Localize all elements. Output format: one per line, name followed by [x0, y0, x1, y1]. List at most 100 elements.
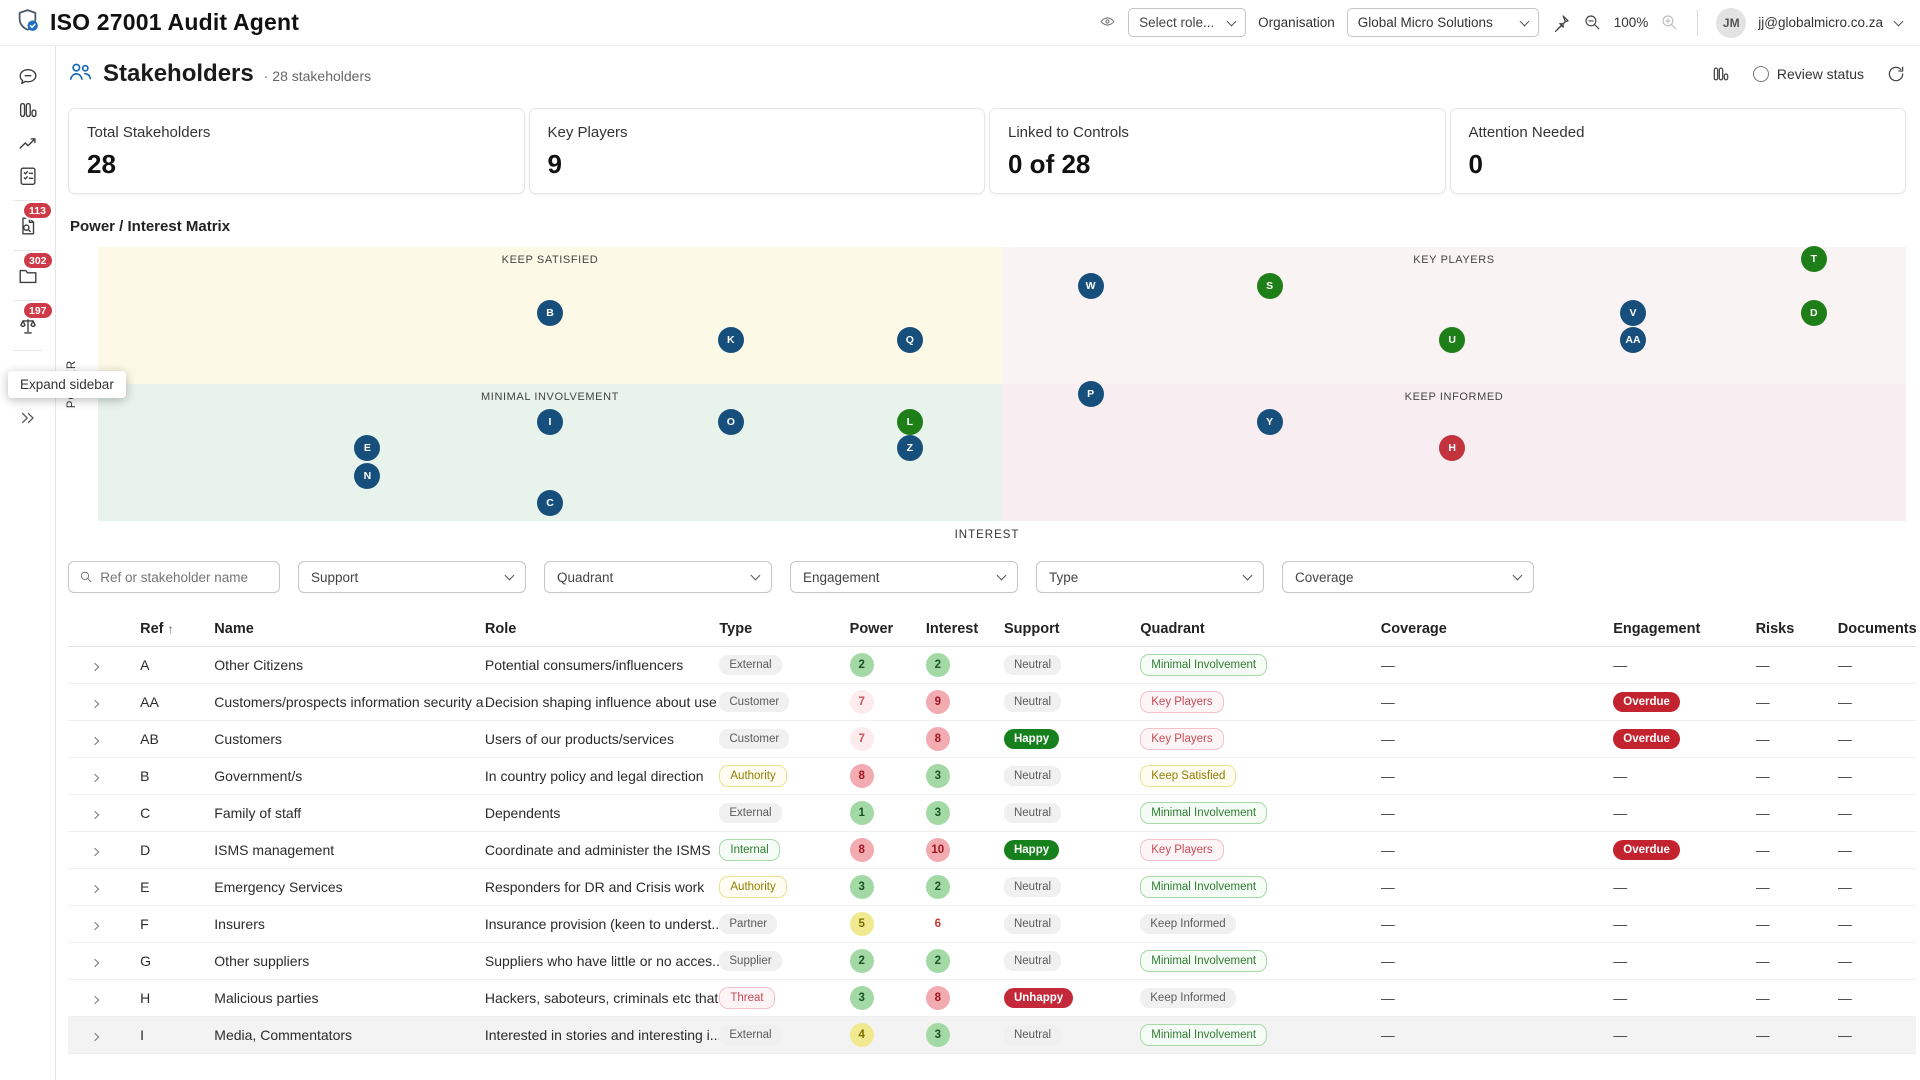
- sidebar-item-checklist[interactable]: [0, 159, 56, 192]
- organisation-select[interactable]: Global Micro Solutions: [1347, 8, 1539, 37]
- column-header-role[interactable]: Role: [485, 613, 720, 647]
- table-row[interactable]: A Other Citizens Potential consumers/inf…: [68, 647, 1916, 684]
- filter-coverage[interactable]: Coverage: [1282, 561, 1534, 593]
- badge: Minimal Involvement: [1140, 802, 1267, 824]
- cell-support: Unhappy: [1004, 980, 1140, 1017]
- table-row[interactable]: D ISMS management Coordinate and adminis…: [68, 832, 1916, 869]
- matrix-point-S[interactable]: S: [1257, 273, 1283, 299]
- chevron-down-icon[interactable]: [1894, 16, 1904, 26]
- matrix-point-P[interactable]: P: [1078, 381, 1104, 407]
- cell-documents: —: [1838, 758, 1916, 795]
- table-row[interactable]: E Emergency Services Responders for DR a…: [68, 869, 1916, 906]
- cell-power: 3: [850, 869, 926, 906]
- expand-row-icon[interactable]: [91, 885, 99, 893]
- table-row[interactable]: AB Customers Users of our products/servi…: [68, 721, 1916, 758]
- review-status-toggle[interactable]: Review status: [1753, 66, 1864, 82]
- cell-name: Customers/prospects information security…: [214, 684, 485, 721]
- refresh-button[interactable]: [1886, 64, 1906, 84]
- stat-card: Attention Needed 0: [1450, 108, 1907, 194]
- column-header-support[interactable]: Support: [1004, 613, 1140, 647]
- cell-coverage: —: [1381, 647, 1614, 684]
- sidebar-item-bar-chart[interactable]: [0, 93, 56, 126]
- search-input[interactable]: [100, 570, 269, 585]
- matrix-point-AA[interactable]: AA: [1620, 327, 1646, 353]
- radio-icon[interactable]: [1753, 66, 1769, 82]
- matrix-point-I[interactable]: I: [537, 409, 563, 435]
- cell-engagement: Overdue: [1613, 832, 1755, 869]
- cell-support: Neutral: [1004, 943, 1140, 980]
- user-email[interactable]: jj@globalmicro.co.za: [1758, 15, 1883, 30]
- table-row[interactable]: I Media, Commentators Interested in stor…: [68, 1017, 1916, 1054]
- stat-card: Key Players 9: [529, 108, 986, 194]
- matrix-point-O[interactable]: O: [718, 409, 744, 435]
- refresh-icon: [1886, 64, 1906, 84]
- badge: Neutral: [1004, 1025, 1061, 1045]
- table-row[interactable]: B Government/s In country policy and leg…: [68, 758, 1916, 795]
- table-row[interactable]: H Malicious parties Hackers, saboteurs, …: [68, 980, 1916, 1017]
- column-header-coverage[interactable]: Coverage: [1381, 613, 1614, 647]
- matrix-point-W[interactable]: W: [1078, 273, 1104, 299]
- sidebar-item-scale[interactable]: 197: [0, 309, 56, 342]
- matrix-point-H[interactable]: H: [1439, 435, 1465, 461]
- avatar[interactable]: JM: [1716, 8, 1746, 38]
- sidebar-item-folder[interactable]: 302: [0, 259, 56, 292]
- matrix-point-C[interactable]: C: [537, 490, 563, 516]
- matrix-point-U[interactable]: U: [1439, 327, 1465, 353]
- cell-risks: —: [1756, 647, 1838, 684]
- matrix-point-V[interactable]: V: [1620, 300, 1646, 326]
- matrix-point-Q[interactable]: Q: [897, 327, 923, 353]
- score-badge: 8: [926, 986, 950, 1010]
- cell-engagement: —: [1613, 943, 1755, 980]
- expand-row-icon[interactable]: [91, 811, 99, 819]
- expand-row-icon[interactable]: [91, 774, 99, 782]
- column-header-name[interactable]: Name: [214, 613, 485, 647]
- expand-row-icon[interactable]: [91, 737, 99, 745]
- expand-row-icon[interactable]: [91, 848, 99, 856]
- filter-support[interactable]: Support: [298, 561, 526, 593]
- column-header-documents[interactable]: Documents: [1838, 613, 1916, 647]
- column-header-engagement[interactable]: Engagement: [1613, 613, 1755, 647]
- column-header-type[interactable]: Type: [719, 613, 849, 647]
- column-chart-button[interactable]: [1711, 64, 1731, 84]
- chevron-down-icon: [1243, 571, 1253, 581]
- pin-button[interactable]: [1551, 13, 1571, 33]
- column-header-quadrant[interactable]: Quadrant: [1140, 613, 1381, 647]
- table-row[interactable]: F Insurers Insurance provision (keen to …: [68, 906, 1916, 943]
- column-header-power[interactable]: Power: [850, 613, 926, 647]
- matrix-point-D[interactable]: D: [1801, 300, 1827, 326]
- expand-row-icon[interactable]: [91, 1033, 99, 1041]
- cell-ref: I: [140, 1017, 214, 1054]
- matrix-point-T[interactable]: T: [1801, 246, 1827, 272]
- matrix-point-N[interactable]: N: [354, 463, 380, 489]
- sidebar-item-chat[interactable]: [0, 60, 56, 93]
- expand-sidebar-button[interactable]: [0, 401, 56, 434]
- zoom-out-button[interactable]: [1583, 13, 1602, 32]
- expand-row-icon[interactable]: [91, 996, 99, 1004]
- stat-label: Attention Needed: [1469, 124, 1888, 141]
- column-header-interest[interactable]: Interest: [926, 613, 1004, 647]
- expand-row-icon[interactable]: [91, 922, 99, 930]
- matrix-point-K[interactable]: K: [718, 327, 744, 353]
- matrix-point-B[interactable]: B: [537, 300, 563, 326]
- matrix-point-Y[interactable]: Y: [1257, 409, 1283, 435]
- column-header-risks[interactable]: Risks: [1756, 613, 1838, 647]
- table-row[interactable]: AA Customers/prospects information secur…: [68, 684, 1916, 721]
- column-header-ref[interactable]: Ref↑: [140, 613, 214, 647]
- sidebar-item-document-search[interactable]: 113: [0, 209, 56, 242]
- stakeholder-search[interactable]: [68, 561, 280, 593]
- table-row[interactable]: C Family of staff Dependents External 1 …: [68, 795, 1916, 832]
- filter-quadrant[interactable]: Quadrant: [544, 561, 772, 593]
- expand-row-icon[interactable]: [91, 663, 99, 671]
- matrix-point-Z[interactable]: Z: [897, 435, 923, 461]
- filter-engagement[interactable]: Engagement: [790, 561, 1018, 593]
- filter-type[interactable]: Type: [1036, 561, 1264, 593]
- zoom-in-button[interactable]: [1660, 13, 1679, 32]
- expand-row-icon[interactable]: [91, 700, 99, 708]
- expand-row-icon[interactable]: [91, 959, 99, 967]
- role-select[interactable]: Select role...: [1128, 8, 1246, 37]
- table-row[interactable]: G Other suppliers Suppliers who have lit…: [68, 943, 1916, 980]
- matrix-point-L[interactable]: L: [897, 409, 923, 435]
- matrix-point-E[interactable]: E: [354, 435, 380, 461]
- sidebar-item-trend[interactable]: [0, 126, 56, 159]
- cell-quadrant: Keep Satisfied: [1140, 758, 1381, 795]
